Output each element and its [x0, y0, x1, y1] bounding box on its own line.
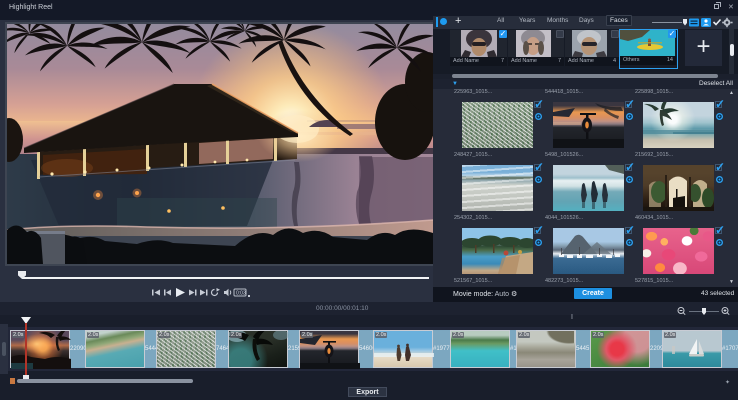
svg-text:0:03: 0:03 [236, 291, 246, 297]
